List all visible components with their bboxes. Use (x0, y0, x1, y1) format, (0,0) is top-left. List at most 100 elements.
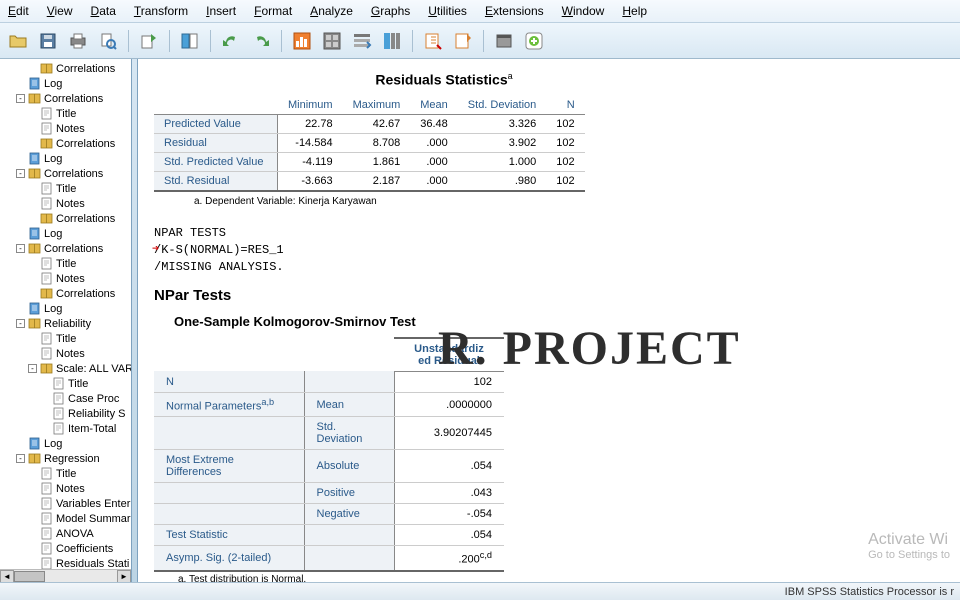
tree-toggle-icon[interactable]: - (16, 94, 25, 103)
tree-item-correlations[interactable]: -Correlations (2, 166, 131, 181)
cell: .043 (394, 483, 504, 504)
tree-item-item-total[interactable]: Item-Total (2, 421, 131, 436)
activate-windows-watermark: Activate Wi Go to Settings to (868, 531, 950, 561)
select-last-icon[interactable] (421, 29, 445, 53)
tree-item-correlations[interactable]: -Correlations (2, 91, 131, 106)
cell: 3.902 (458, 133, 546, 152)
row-sub: Negative (304, 504, 394, 525)
cell: .0000000 (394, 392, 504, 417)
cell: .200c,d (394, 546, 504, 571)
menu-data[interactable]: Data (91, 4, 116, 18)
tree-item-variables-enter[interactable]: Variables Enter (2, 496, 131, 511)
tree-item-log[interactable]: Log (2, 301, 131, 316)
tree-item-correlations[interactable]: -Correlations (2, 241, 131, 256)
tree-item-title[interactable]: Title (2, 181, 131, 196)
row-sub: Std. Deviation (304, 417, 394, 450)
col-header: Minimum (278, 96, 343, 115)
add-icon[interactable] (522, 29, 546, 53)
tree-item-notes[interactable]: Notes (2, 481, 131, 496)
tree-item-notes[interactable]: Notes (2, 346, 131, 361)
tree-label: Coefficients (56, 543, 113, 555)
outline-pane[interactable]: CorrelationsLog-CorrelationsTitleNotesCo… (0, 59, 132, 583)
tree-item-correlations[interactable]: Correlations (2, 286, 131, 301)
menu-insert[interactable]: Insert (206, 4, 236, 18)
menu-help[interactable]: Help (622, 4, 647, 18)
tree-item-reliability-s[interactable]: Reliability S (2, 406, 131, 421)
tree-item-title[interactable]: Title (2, 466, 131, 481)
tree-item-scale-all-var[interactable]: - Scale: ALL VAR (2, 361, 131, 376)
output-viewer[interactable]: Residuals Statisticsa MinimumMaximumMean… (138, 59, 960, 583)
menu-view[interactable]: View (47, 4, 73, 18)
cell: 36.48 (410, 114, 458, 133)
tree-item-regression[interactable]: -Regression (2, 451, 131, 466)
variables-icon[interactable] (380, 29, 404, 53)
undo-icon[interactable] (219, 29, 243, 53)
tree-toggle-icon[interactable]: - (16, 454, 25, 463)
tree-item-case-proc[interactable]: Case Proc (2, 391, 131, 406)
tree-label: Notes (56, 483, 85, 495)
cell: 102 (546, 152, 584, 171)
tree-item-anova[interactable]: ANOVA (2, 526, 131, 541)
tree-label: Scale: ALL VAR (56, 363, 132, 375)
menu-format[interactable]: Format (254, 4, 292, 18)
save-icon[interactable] (36, 29, 60, 53)
tree-toggle-icon[interactable]: - (16, 169, 25, 178)
cell: .054 (394, 450, 504, 483)
tree-item-notes[interactable]: Notes (2, 271, 131, 286)
menu-analyze[interactable]: Analyze (310, 4, 353, 18)
designate-window-icon[interactable] (451, 29, 475, 53)
menu-graphs[interactable]: Graphs (371, 4, 410, 18)
menu-extensions[interactable]: Extensions (485, 4, 544, 18)
tree-label: Model Summar (56, 513, 131, 525)
status-bar: IBM SPSS Statistics Processor is r (0, 582, 960, 600)
tree-item-title[interactable]: Title (2, 256, 131, 271)
tree-item-coefficients[interactable]: Coefficients (2, 541, 131, 556)
goto-case-icon[interactable] (350, 29, 374, 53)
outline-h-scrollbar[interactable]: ◄ ► (0, 569, 131, 583)
scroll-thumb[interactable] (14, 571, 45, 582)
row-header (154, 504, 304, 525)
menu-window[interactable]: Window (562, 4, 605, 18)
tree-item-title[interactable]: Title (2, 106, 131, 121)
tree-item-title[interactable]: Title (2, 331, 131, 346)
tree-label: Case Proc (68, 393, 119, 405)
menu-edit[interactable]: Edit (8, 4, 29, 18)
ks-col-header: Unstandardized Residual (394, 338, 504, 372)
export-icon[interactable] (137, 29, 161, 53)
open-icon[interactable] (6, 29, 30, 53)
tree-item-correlations[interactable]: Correlations (2, 61, 131, 76)
tree-item-correlations[interactable]: Correlations (2, 136, 131, 151)
tree-item-reliability[interactable]: -Reliability (2, 316, 131, 331)
cell: 102 (546, 114, 584, 133)
tree-toggle-icon[interactable]: - (16, 244, 25, 253)
window1-icon[interactable] (492, 29, 516, 53)
cell: 2.187 (343, 171, 411, 191)
tree-item-model-summar[interactable]: Model Summar (2, 511, 131, 526)
recall-dialog-icon[interactable] (178, 29, 202, 53)
tree-toggle-icon[interactable]: - (28, 364, 37, 373)
tree-item-log[interactable]: Log (2, 76, 131, 91)
cell: 1.861 (343, 152, 411, 171)
print-preview-icon[interactable] (96, 29, 120, 53)
redo-icon[interactable] (249, 29, 273, 53)
chart-icon[interactable] (290, 29, 314, 53)
tree-label: Residuals Stati (56, 558, 129, 570)
tree-item-notes[interactable]: Notes (2, 196, 131, 211)
tree-item-correlations[interactable]: Correlations (2, 211, 131, 226)
tree-label: Log (44, 228, 62, 240)
menu-utilities[interactable]: Utilities (428, 4, 467, 18)
tree-item-log[interactable]: Log (2, 226, 131, 241)
col-header: Std. Deviation (458, 96, 546, 115)
tree-item-title[interactable]: Title (2, 376, 131, 391)
tree-item-log[interactable]: Log (2, 436, 131, 451)
tree-label: Title (56, 183, 76, 195)
tree-label: Correlations (56, 288, 115, 300)
cell: .000 (410, 152, 458, 171)
menu-transform[interactable]: Transform (134, 4, 188, 18)
tree-label: Correlations (56, 138, 115, 150)
tree-toggle-icon[interactable]: - (16, 319, 25, 328)
tree-item-notes[interactable]: Notes (2, 121, 131, 136)
goto-data-icon[interactable] (320, 29, 344, 53)
print-icon[interactable] (66, 29, 90, 53)
tree-item-log[interactable]: Log (2, 151, 131, 166)
